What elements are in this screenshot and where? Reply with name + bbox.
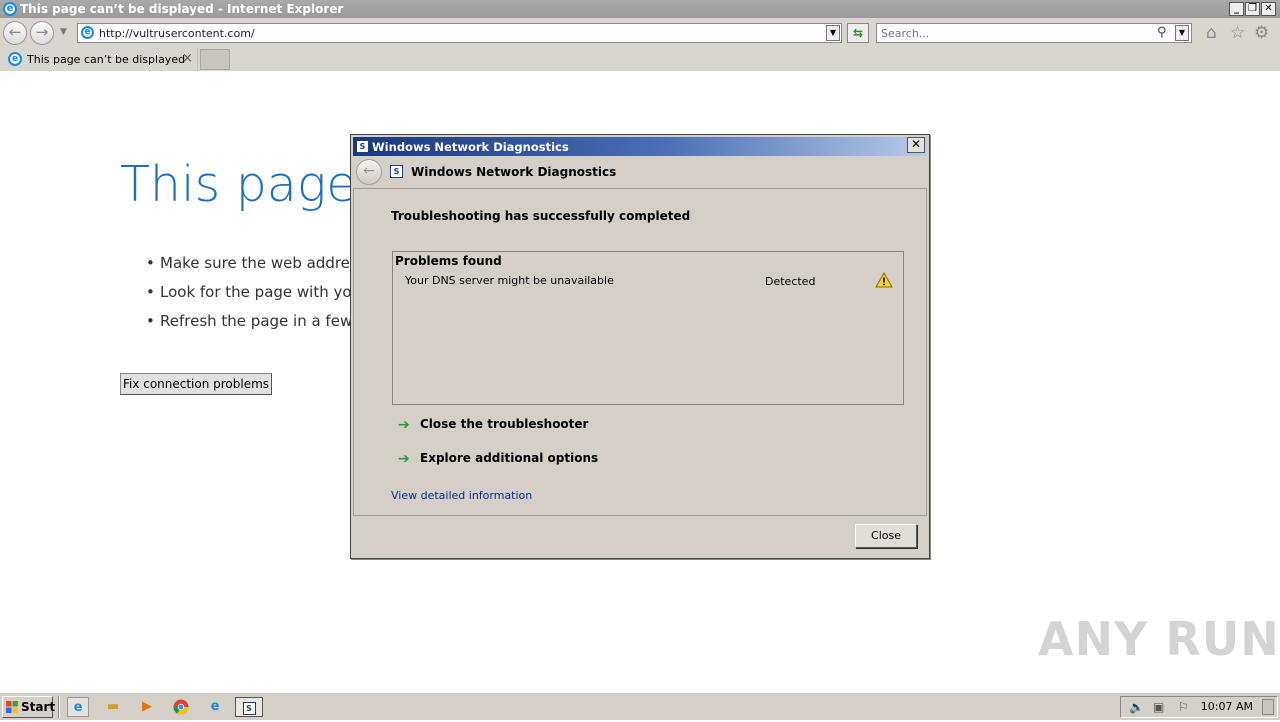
internet-explorer-taskbar-icon[interactable]: e [67, 697, 89, 717]
tab-current[interactable]: e This page can’t be displayed × [2, 48, 198, 71]
favorites-star-icon[interactable]: ☆ [1230, 25, 1245, 42]
tab-bar: e This page can’t be displayed × [0, 48, 1280, 71]
diagnostics-taskbar-button[interactable]: S [235, 697, 263, 717]
problems-found-box: Problems found Your DNS server might be … [392, 251, 904, 405]
file-explorer-icon[interactable]: ▬ [102, 697, 124, 717]
search-box[interactable]: ⚲ [876, 23, 1192, 43]
dialog-window-title: Windows Network Diagnostics [372, 140, 569, 154]
warning-icon [875, 272, 893, 288]
ie-logo-icon: e [3, 2, 17, 16]
taskbar: Start e ▬ ▶ e S 🔈 ▣ ⚐ 10:07 AM [0, 692, 1280, 720]
dialog-body: Troubleshooting has successfully complet… [353, 188, 927, 516]
home-icon[interactable]: ⌂ [1206, 25, 1217, 42]
view-detailed-information-link[interactable]: View detailed information [391, 489, 532, 502]
network-icon[interactable]: ▣ [1153, 700, 1164, 714]
window-title: This page can’t be displayed - Internet … [20, 2, 344, 16]
forward-button[interactable]: → [30, 21, 54, 45]
tab-close-icon[interactable]: × [182, 51, 193, 66]
watermark-logo: ANY RUN [1038, 612, 1280, 666]
action-center-flag-icon[interactable]: ⚐ [1178, 700, 1189, 714]
list-item: • Look for the page with your [146, 283, 368, 301]
search-icon[interactable]: ⚲ [1157, 25, 1167, 40]
close-button[interactable]: Close [855, 524, 917, 548]
ie-title-bar[interactable]: e This page can’t be displayed - Interne… [0, 0, 1280, 18]
dialog-back-button[interactable]: ← [356, 159, 382, 185]
volume-icon[interactable]: 🔈 [1129, 700, 1144, 714]
problem-text[interactable]: Your DNS server might be unavailable [405, 274, 614, 287]
refresh-compat-icon[interactable]: ⇆ [847, 23, 869, 43]
network-diagnostics-dialog: S Windows Network Diagnostics ✕ ← S Wind… [350, 134, 930, 559]
system-tray: 🔈 ▣ ⚐ 10:07 AM [1120, 696, 1278, 718]
problems-header: Problems found [395, 254, 502, 268]
media-player-icon[interactable]: ▶ [136, 697, 158, 717]
diagnostics-header-icon: S [390, 165, 403, 178]
dialog-header: ← S Windows Network Diagnostics [353, 156, 927, 188]
chrome-icon[interactable] [170, 697, 192, 717]
green-arrow-icon: ➔ [398, 451, 410, 467]
settings-gear-icon[interactable]: ⚙ [1254, 25, 1269, 42]
restore-button[interactable]: ❐ [1245, 2, 1260, 16]
windows-logo-icon [6, 701, 18, 713]
clock[interactable]: 10:07 AM [1201, 700, 1253, 713]
list-item: • Refresh the page in a few mi [146, 312, 376, 330]
dialog-close-icon[interactable]: ✕ [907, 137, 925, 153]
page-ie-icon: e [81, 26, 94, 39]
fix-connection-problems-button[interactable]: Fix connection problems [120, 373, 272, 395]
recent-pages-dropdown-icon[interactable]: ▼ [60, 27, 67, 37]
dialog-title-bar[interactable]: S Windows Network Diagnostics [353, 137, 927, 156]
tab-ie-icon: e [8, 52, 22, 66]
green-arrow-icon: ➔ [398, 417, 410, 433]
edge-icon[interactable]: e [204, 697, 226, 717]
problem-status: Detected [765, 275, 816, 288]
close-window-button[interactable]: ✕ [1261, 2, 1276, 16]
taskbar-separator [58, 696, 60, 718]
diagnostics-taskbar-icon: S [242, 702, 256, 715]
diagnostics-icon: S [356, 140, 369, 153]
search-dropdown-button[interactable]: ▼ [1175, 25, 1189, 41]
address-dropdown-button[interactable]: ▼ [826, 25, 840, 41]
address-bar[interactable]: e http://vultrusercontent.com/ [77, 23, 842, 43]
search-input[interactable] [881, 26, 1151, 40]
tab-label: This page can’t be displayed [27, 53, 186, 66]
status-message: Troubleshooting has successfully complet… [391, 209, 691, 223]
list-item: • Make sure the web address h [146, 254, 380, 272]
minimize-button[interactable]: _ [1229, 2, 1244, 16]
show-desktop-button[interactable] [1262, 699, 1274, 715]
new-tab-button[interactable] [200, 49, 230, 70]
address-input[interactable]: http://vultrusercontent.com/ [99, 27, 255, 40]
start-button[interactable]: Start [2, 696, 55, 718]
dialog-header-title: Windows Network Diagnostics [411, 165, 617, 179]
navigation-bar: ← → ▼ e http://vultrusercontent.com/ ▼ ⇆… [0, 18, 1280, 48]
back-button[interactable]: ← [3, 21, 27, 45]
